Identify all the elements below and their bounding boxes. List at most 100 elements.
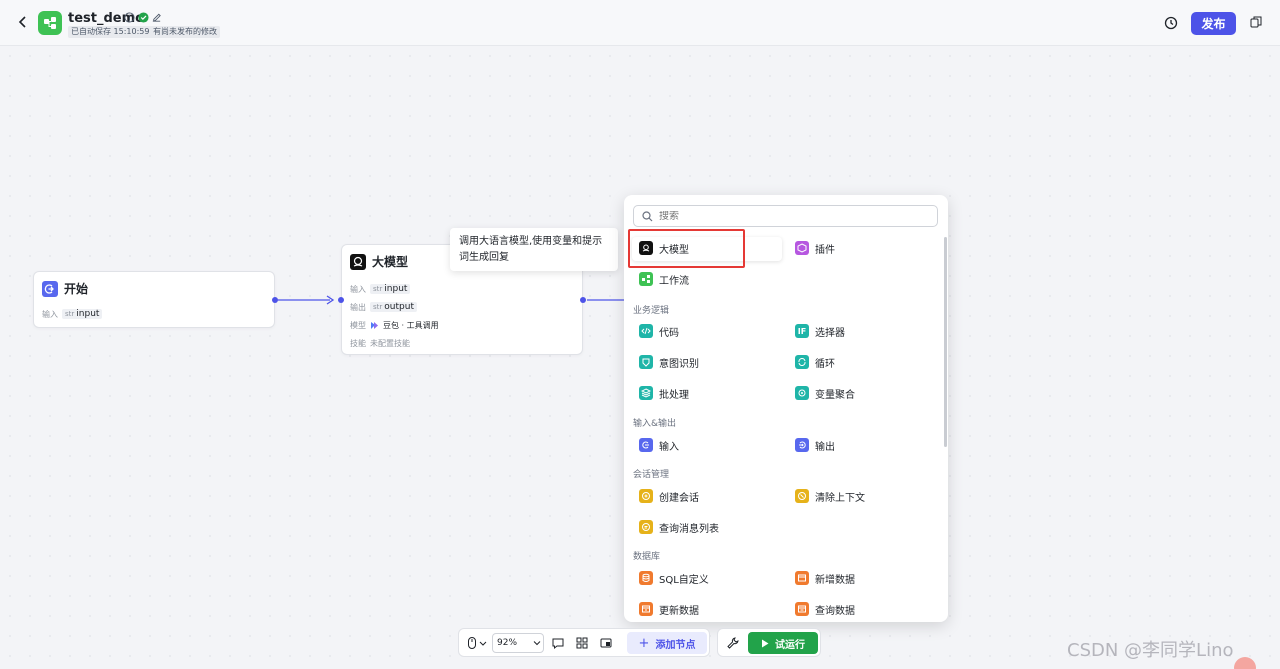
node-item-loop-label: 循环 xyxy=(815,358,835,370)
section-business-logic: 业务逻辑 xyxy=(633,306,670,316)
sql-icon xyxy=(639,571,653,585)
llm-skill-value: 未配置技能 xyxy=(370,338,410,348)
search-input[interactable] xyxy=(659,210,919,222)
output-icon xyxy=(795,438,809,452)
top-header: test_demo 已自动保存 15:10:59 有尚未发布的修改 发布 xyxy=(0,0,1280,46)
loop-icon xyxy=(795,355,809,369)
minimap-icon[interactable] xyxy=(599,636,613,650)
node-item-var-aggregate[interactable]: 变量聚合 xyxy=(795,383,855,403)
comment-icon[interactable] xyxy=(551,636,565,650)
node-item-input-label: 输入 xyxy=(659,441,679,453)
section-conversation: 会话管理 xyxy=(633,470,670,480)
llm-output-port[interactable] xyxy=(580,297,586,303)
workflow-app-icon xyxy=(38,11,62,35)
node-item-sql[interactable]: SQL自定义 xyxy=(639,568,709,588)
back-arrow-icon[interactable] xyxy=(14,13,32,31)
add-node-button[interactable]: + 添加节点 xyxy=(627,632,707,654)
llm-output-label: 输出 xyxy=(350,302,366,312)
node-item-plugin-label: 插件 xyxy=(815,244,835,256)
start-input-tag: str input xyxy=(62,309,103,319)
edit-icon[interactable] xyxy=(151,12,162,23)
node-item-sql-label: SQL自定义 xyxy=(659,574,709,586)
run-toolbar: 试运行 xyxy=(717,628,821,657)
start-node-title: 开始 xyxy=(64,282,89,296)
panel-scrollbar[interactable] xyxy=(944,237,947,447)
add-node-label: 添加节点 xyxy=(655,639,696,651)
test-run-button[interactable]: 试运行 xyxy=(748,632,818,654)
node-item-query-data[interactable]: 查询数据 xyxy=(795,599,855,619)
info-icon[interactable] xyxy=(124,12,135,23)
query-data-icon xyxy=(795,602,809,616)
start-icon xyxy=(42,280,58,297)
llm-input-label: 输入 xyxy=(350,284,366,294)
node-item-workflow-label: 工作流 xyxy=(659,275,689,287)
search-icon xyxy=(642,210,653,221)
node-item-batch[interactable]: 批处理 xyxy=(639,383,689,403)
node-item-batch-label: 批处理 xyxy=(659,389,689,401)
node-item-plugin[interactable]: 插件 xyxy=(795,238,835,258)
node-item-code[interactable]: 代码 xyxy=(639,321,679,341)
test-run-label: 试运行 xyxy=(775,639,805,651)
llm-input-port[interactable] xyxy=(338,297,344,303)
code-icon xyxy=(639,324,653,338)
batch-icon xyxy=(639,386,653,400)
create-conversation-icon xyxy=(639,489,653,503)
start-output-port[interactable] xyxy=(272,297,278,303)
llm-model-label: 模型 xyxy=(350,320,366,330)
mouse-mode-chevron-icon[interactable] xyxy=(479,636,487,650)
node-item-update-data-label: 更新数据 xyxy=(659,605,699,617)
llm-skill-label: 技能 xyxy=(350,338,366,348)
start-node[interactable]: 开始 输入 str input xyxy=(33,271,278,328)
node-item-selector[interactable]: IF 选择器 xyxy=(795,321,845,341)
publish-button[interactable]: 发布 xyxy=(1191,12,1236,35)
debug-wrench-icon[interactable] xyxy=(726,636,740,650)
query-messages-icon xyxy=(639,520,653,534)
node-item-workflow[interactable]: 工作流 xyxy=(639,269,689,289)
start-input-label: 输入 xyxy=(42,309,58,319)
llm-tooltip: 调用大语言模型,使用变量和提示词生成回复 xyxy=(450,228,618,271)
node-item-code-label: 代码 xyxy=(659,327,679,339)
node-item-input[interactable]: 输入 xyxy=(639,435,679,455)
update-data-icon xyxy=(639,602,653,616)
node-item-update-data[interactable]: 更新数据 xyxy=(639,599,699,619)
node-item-clear-context[interactable]: 清除上下文 xyxy=(795,486,865,506)
layout-icon[interactable] xyxy=(575,636,589,650)
llm-icon xyxy=(350,253,366,270)
node-search-box[interactable] xyxy=(633,205,938,227)
copy-icon[interactable] xyxy=(1249,15,1263,29)
history-icon[interactable] xyxy=(1162,14,1180,32)
node-item-intent[interactable]: 意图识别 xyxy=(639,352,699,372)
node-item-insert-data-label: 新增数据 xyxy=(815,574,855,586)
node-item-selector-label: 选择器 xyxy=(815,327,845,339)
plugin-icon xyxy=(795,241,809,255)
node-item-output-label: 输出 xyxy=(815,441,835,453)
play-icon xyxy=(762,639,769,647)
highlight-annotation-box xyxy=(628,229,745,268)
node-item-loop[interactable]: 循环 xyxy=(795,352,835,372)
section-io: 输入&输出 xyxy=(633,419,677,429)
llm-output-tag: str output xyxy=(370,302,417,312)
node-item-query-messages[interactable]: 查询消息列表 xyxy=(639,517,719,537)
intent-icon xyxy=(639,355,653,369)
zoom-select[interactable]: 92% xyxy=(492,633,544,653)
node-item-query-messages-label: 查询消息列表 xyxy=(659,523,719,535)
llm-node-title: 大模型 xyxy=(372,255,409,269)
zoom-value: 92% xyxy=(497,638,518,648)
node-item-create-conversation[interactable]: 创建会话 xyxy=(639,486,699,506)
node-item-var-aggregate-label: 变量聚合 xyxy=(815,389,855,401)
doubao-model-icon xyxy=(371,321,378,329)
node-item-create-conversation-label: 创建会话 xyxy=(659,492,699,504)
if-icon: IF xyxy=(795,324,809,338)
node-item-intent-label: 意图识别 xyxy=(659,358,699,370)
insert-data-icon xyxy=(795,571,809,585)
clear-context-icon xyxy=(795,489,809,503)
node-item-query-data-label: 查询数据 xyxy=(815,605,855,617)
node-item-output[interactable]: 输出 xyxy=(795,435,835,455)
canvas-toolbar: 92% + 添加节点 xyxy=(458,628,710,657)
zoom-chevron-icon xyxy=(533,641,541,646)
published-check-icon xyxy=(138,12,149,23)
mouse-mode-icon[interactable] xyxy=(465,636,479,650)
node-item-clear-context-label: 清除上下文 xyxy=(815,492,865,504)
node-item-insert-data[interactable]: 新增数据 xyxy=(795,568,855,588)
llm-model-value: 豆包 · 工具调用 xyxy=(383,320,439,330)
